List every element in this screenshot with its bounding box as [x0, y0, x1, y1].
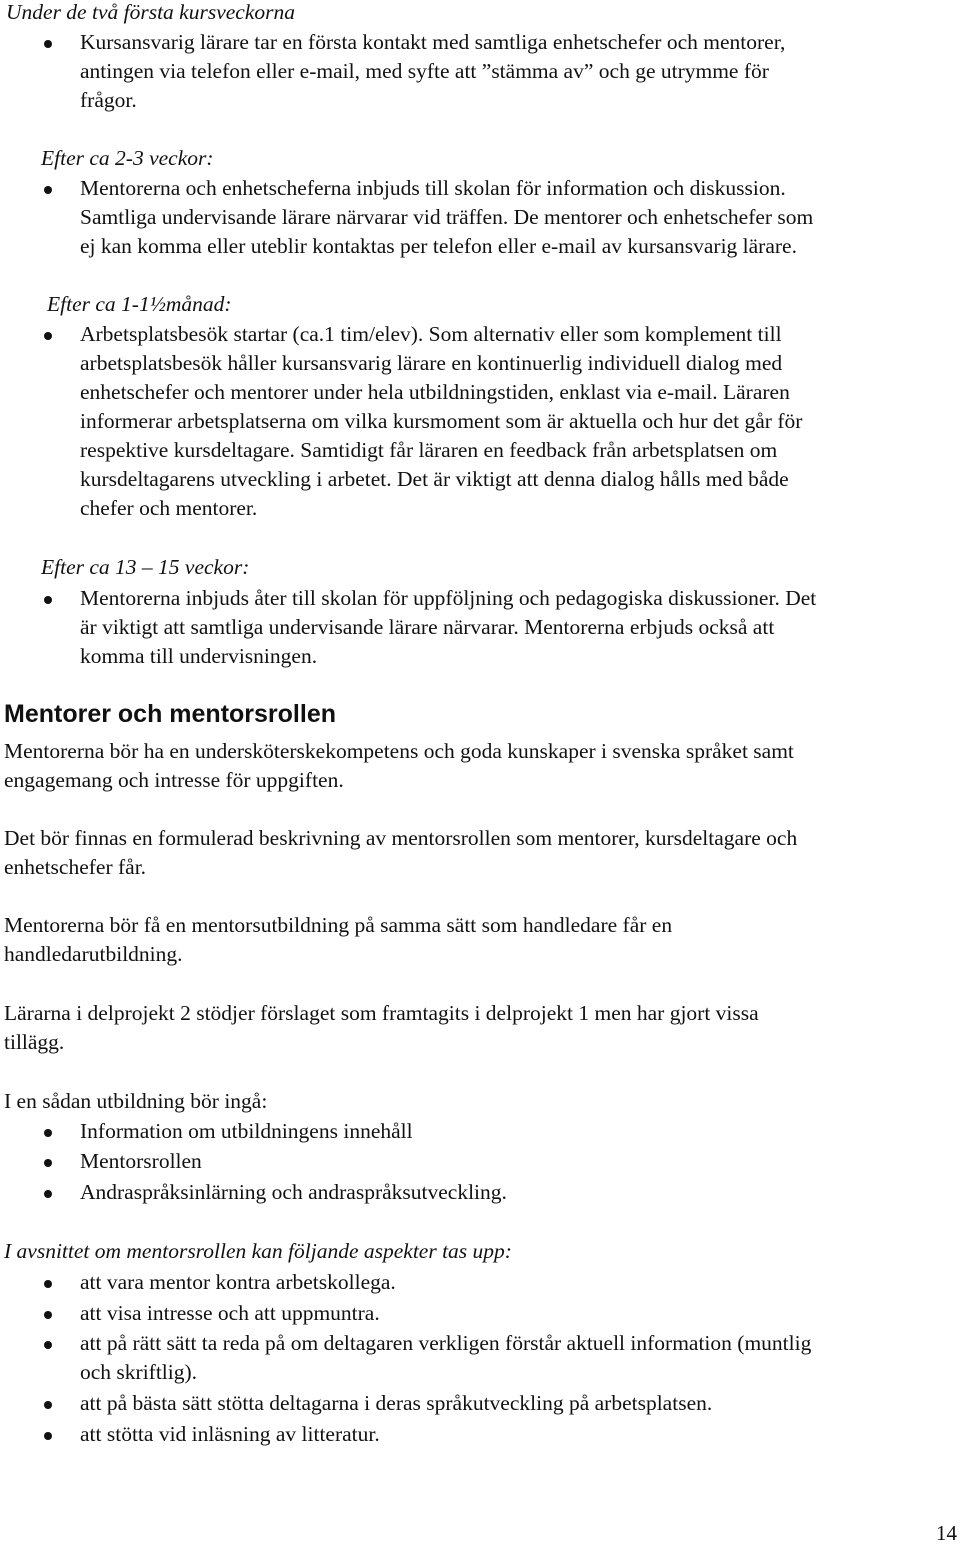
bullet-text-line: Mentorerna inbjuds åter till skolan för …	[80, 586, 817, 610]
bullet-text-line: enhetschefer och mentorer under hela utb…	[80, 380, 790, 404]
section-heading: Under de två första kursveckorna	[6, 0, 295, 24]
bullet-icon	[44, 1432, 52, 1440]
section-heading: Efter ca 13 – 15 veckor:	[41, 555, 250, 579]
bullet-text-line: är viktigt att samtliga undervisande lär…	[80, 615, 775, 639]
bullet-text-line: informerar arbetsplatserna om vilka kurs…	[80, 409, 803, 433]
list-item: Mentorsrollen	[80, 1149, 202, 1173]
bullet-text-line: kursdeltagarens utveckling i arbetet. De…	[80, 467, 789, 491]
section-heading: Efter ca 2-3 veckor:	[41, 146, 214, 170]
bullet-icon	[44, 1280, 52, 1288]
list-item: Andraspråksinlärning och andraspråksutve…	[80, 1180, 507, 1204]
bullet-icon	[44, 1401, 52, 1409]
bullet-text-line: chefer och mentorer.	[80, 496, 258, 520]
paragraph-line: tillägg.	[4, 1030, 65, 1054]
bullet-icon	[44, 332, 52, 340]
paragraph-line: handledarutbildning.	[4, 942, 183, 966]
paragraph-line: enhetschefer får.	[4, 855, 147, 879]
list-item: att visa intresse och att uppmuntra.	[80, 1301, 380, 1325]
list-item: att på rätt sätt ta reda på om deltagare…	[80, 1331, 812, 1355]
bullet-text-line: frågor.	[80, 88, 137, 112]
main-heading: Mentorer och mentorsrollen	[4, 700, 336, 728]
list-intro: I en sådan utbildning bör ingå:	[4, 1089, 268, 1113]
bullet-text-line: respektive kursdeltagare. Samtidigt får …	[80, 438, 778, 462]
bullet-text-line: antingen via telefon eller e-mail, med s…	[80, 59, 769, 83]
list-item: att vara mentor kontra arbetskollega.	[80, 1270, 396, 1294]
page-number: 14	[936, 1521, 957, 1545]
bullet-icon	[44, 186, 52, 194]
bullet-text-line: arbetsplatsbesök håller kursansvarig lär…	[80, 351, 783, 375]
paragraph-line: Det bör finnas en formulerad beskrivning…	[4, 826, 798, 850]
bullet-icon	[44, 596, 52, 604]
paragraph-line: engagemang och intresse för uppgiften.	[4, 768, 344, 792]
bullet-text-line: komma till undervisningen.	[80, 644, 318, 668]
bullet-icon	[44, 1311, 52, 1319]
paragraph-line: Mentorerna bör få en mentorsutbildning p…	[4, 913, 673, 937]
list-item: att stötta vid inläsning av litteratur.	[80, 1422, 380, 1446]
bullet-icon	[44, 1159, 52, 1167]
section-heading: Efter ca 1-1½månad:	[47, 292, 232, 316]
list-item: att på bästa sätt stötta deltagarna i de…	[80, 1391, 713, 1415]
list-item: Information om utbildningens innehåll	[80, 1119, 413, 1143]
paragraph-line: Lärarna i delprojekt 2 stödjer förslaget…	[4, 1001, 759, 1025]
bullet-icon	[44, 1190, 52, 1198]
bullet-text-line: Mentorerna och enhetscheferna inbjuds ti…	[80, 176, 786, 200]
bullet-text-line: Kursansvarig lärare tar en första kontak…	[80, 30, 786, 54]
bullet-icon	[44, 1341, 52, 1349]
bullet-icon	[44, 40, 52, 48]
list-item-continuation: och skriftlig).	[80, 1360, 198, 1384]
document-page: Under de två första kursveckorna Kursans…	[0, 0, 960, 1545]
bullet-text-line: ej kan komma eller uteblir kontaktas per…	[80, 234, 797, 258]
bullet-text-line: Arbetsplatsbesök startar (ca.1 tim/elev)…	[80, 322, 782, 346]
bullet-text-line: Samtliga undervisande lärare närvarar vi…	[80, 205, 814, 229]
list-intro: I avsnittet om mentorsrollen kan följand…	[4, 1239, 512, 1263]
bullet-icon	[44, 1129, 52, 1137]
paragraph-line: Mentorerna bör ha en undersköterskekompe…	[4, 739, 794, 763]
